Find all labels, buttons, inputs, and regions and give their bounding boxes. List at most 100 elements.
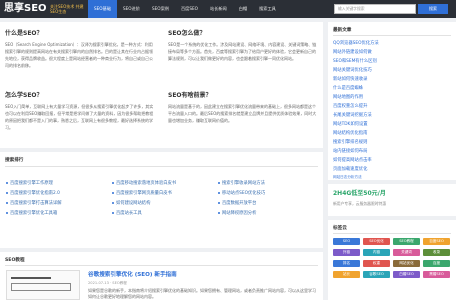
ranking-link[interactable]: 百度搜索引擎网页质量白皮书 bbox=[116, 190, 172, 196]
search-input[interactable]: 输入关键字搜索 bbox=[334, 4, 416, 14]
divider bbox=[333, 35, 451, 36]
post-meta: 2021-07-13 · SEO教程 bbox=[88, 281, 127, 285]
top-header: 思享SEO 关注SEO技术 共建SEO生态 SEO基础 SEO进阶 SEO案例 … bbox=[0, 0, 456, 18]
latest-article-link[interactable]: 网站TDK如何设置 bbox=[333, 121, 368, 127]
section-title: 最新文章 bbox=[333, 28, 352, 33]
tag-link[interactable]: 关键词 bbox=[393, 249, 420, 256]
main-nav: SEO基础 SEO进阶 SEO案例 百度SEO 站长新闻 白帽 搜索工具 bbox=[88, 0, 282, 18]
bullet-icon bbox=[218, 212, 220, 214]
divider bbox=[5, 265, 318, 266]
latest-article-link[interactable]: 什么是百度蜘蛛 bbox=[333, 85, 363, 91]
tag-link[interactable]: 谷歌SEO bbox=[363, 271, 390, 278]
tag-link[interactable]: 网站优化 bbox=[393, 260, 420, 267]
nav-item-news[interactable]: 站长新闻 bbox=[204, 0, 233, 18]
tag-link[interactable]: 收录 bbox=[423, 249, 450, 256]
tag-link[interactable]: 内链 bbox=[363, 249, 390, 256]
ranking-link[interactable]: 百度数据开放平台 bbox=[222, 200, 256, 206]
post-thumbnail[interactable] bbox=[6, 270, 80, 300]
article-text: 网站流量是基于的，因此建立在搜索引擎优化流量带来的基础上，很多网站都是这个平台流… bbox=[168, 104, 317, 123]
article-title[interactable]: SEO怎么做？ bbox=[168, 28, 206, 37]
latest-article-link[interactable]: 新站如何快速收录 bbox=[333, 76, 367, 82]
ranking-link[interactable]: 网站降权原因分析 bbox=[222, 210, 256, 216]
tag-link[interactable]: SEO教程 bbox=[393, 238, 420, 245]
bullet-icon bbox=[112, 182, 114, 184]
intro-articles-panel: 什么是SEO？ SEO（Search Engine Optimization）：… bbox=[0, 22, 323, 148]
tag-link[interactable]: 权重 bbox=[363, 260, 390, 267]
tag-link[interactable]: 外链 bbox=[333, 249, 360, 256]
article-title[interactable]: SEO有啥前景？ bbox=[168, 90, 212, 99]
bullet-icon bbox=[218, 182, 220, 184]
nav-item-baidu-seo[interactable]: 百度SEO bbox=[175, 0, 204, 18]
latest-article-link[interactable]: 页面加载速度优化 bbox=[333, 166, 367, 172]
article-title[interactable]: 怎么学SEO？ bbox=[5, 90, 43, 99]
bullet-icon bbox=[218, 192, 220, 194]
server-ad[interactable]: 2H4G低至50元/月 新用户专享，云服务器限时特惠 bbox=[328, 184, 456, 216]
latest-article-link[interactable]: 网站结构优化指南 bbox=[333, 130, 367, 136]
site-logo[interactable]: 思享SEO 关注SEO技术 共建SEO生态 bbox=[4, 3, 84, 15]
ad-title: 2H4G低至50元/月 bbox=[333, 190, 386, 197]
article-text: SEO入门简单，互联网上有大量学习资源，但很多从搜索引擎优化起步了许多，其实也可… bbox=[5, 104, 154, 130]
article-text: SEO是一个系统的优化工作。涉及网站建设、网络环境、内容建设、关键词策略、链接布… bbox=[168, 42, 317, 61]
divider bbox=[5, 166, 318, 167]
ranking-link[interactable]: 移动站点SEO优化技巧 bbox=[222, 190, 265, 196]
ranking-link[interactable]: 搜索引擎收录网站方法 bbox=[222, 180, 265, 186]
tag-link[interactable]: 排名 bbox=[333, 260, 360, 267]
bullet-icon bbox=[6, 192, 8, 194]
bullet-icon bbox=[112, 192, 114, 194]
nav-item-seo-advanced[interactable]: SEO进阶 bbox=[117, 0, 146, 18]
tag-link[interactable]: 百度 bbox=[423, 260, 450, 267]
ranking-link[interactable]: 百度搜索引擎打击算法详解 bbox=[10, 200, 62, 206]
ranking-link[interactable]: 百度搜索引擎优化指南2.0 bbox=[10, 190, 60, 196]
latest-article-link[interactable]: 网站外链建设如何做 bbox=[333, 49, 372, 55]
latest-article-link[interactable]: 站内链接如何布局 bbox=[333, 148, 367, 154]
latest-article-link[interactable]: 搜索引擎排名规则 bbox=[333, 139, 367, 145]
post-title[interactable]: 谷歌搜索引擎优化 (SEO) 新手指南 bbox=[88, 270, 177, 278]
latest-article-link[interactable]: 长尾关键词挖掘方法 bbox=[333, 112, 372, 118]
ranking-link[interactable]: 百度移动搜索落地页体验白皮书 bbox=[116, 180, 176, 186]
section-title: SEO教程 bbox=[5, 258, 25, 263]
tag-link[interactable]: 百度SEO bbox=[423, 238, 450, 245]
seo-tutorial-panel: SEO教程 谷歌搜索引擎优化 (SEO) 新手指南 2021-07-13 · S… bbox=[0, 252, 323, 300]
latest-article-link[interactable]: 百度权重怎么提升 bbox=[333, 103, 367, 109]
section-title: 搜索排行 bbox=[5, 158, 24, 163]
latest-article-link[interactable]: 网站日志分析方法 bbox=[333, 175, 362, 180]
nav-item-tools[interactable]: 搜索工具 bbox=[253, 0, 282, 18]
article-title[interactable]: 什么是SEO？ bbox=[5, 28, 43, 37]
thumbnail-line bbox=[11, 277, 51, 279]
bullet-icon bbox=[218, 202, 220, 204]
latest-article-link[interactable]: 网站地图的作用 bbox=[333, 94, 363, 100]
bullet-icon bbox=[6, 212, 8, 214]
section-title: 标签云 bbox=[333, 226, 347, 231]
tag-link[interactable]: 白帽SEO bbox=[393, 271, 420, 278]
ranking-link[interactable]: 百度站长工具 bbox=[116, 210, 142, 216]
ranking-link[interactable]: 百度搜索引擎工作原理 bbox=[10, 180, 53, 186]
latest-article-link[interactable]: 网站关键词优化技巧 bbox=[333, 67, 372, 73]
bullet-icon bbox=[112, 212, 114, 214]
ad-text: 新用户专享，云服务器限时特惠 bbox=[333, 201, 387, 206]
tag-link[interactable]: 黑帽SEO bbox=[423, 271, 450, 278]
tag-link[interactable]: 站长 bbox=[333, 271, 360, 278]
tag-cloud-panel: 标签云 SEO SEO优化 SEO教程 百度SEO 外链 内链 关键词 收录排名 权重 网站优化百… bbox=[328, 220, 456, 300]
bullet-icon bbox=[112, 202, 114, 204]
logo-subtitle: 关注SEO技术 共建SEO生态 bbox=[50, 4, 84, 14]
ranking-link[interactable]: 百度搜索引擎优化工具箱 bbox=[10, 210, 57, 216]
post-excerpt: 如果您是谷歌的新手，本指南将介绍搜索引擎优化的基础知识。如果您拥有、管理网站，或… bbox=[88, 288, 316, 299]
nav-item-seo-cases[interactable]: SEO案例 bbox=[146, 0, 175, 18]
search-button[interactable]: 搜索 bbox=[418, 4, 448, 14]
latest-article-link[interactable]: QQ浏览器SEO优化方法 bbox=[333, 40, 379, 46]
article-text: SEO（Search Engine Optimization）：汉译为搜索引擎优… bbox=[5, 42, 153, 68]
thumbnail-box bbox=[11, 283, 71, 291]
latest-article-link[interactable]: 如何提高网站点击率 bbox=[333, 157, 372, 163]
logo-main-text: 思享SEO bbox=[4, 3, 47, 14]
bullet-icon bbox=[6, 182, 8, 184]
ranking-links-panel: 搜索排行 百度搜索引擎工作原理 百度搜索引擎优化指南2.0 百度搜索引擎打击算法… bbox=[0, 152, 323, 248]
ranking-link[interactable]: 如何建设网站结构 bbox=[116, 200, 150, 206]
latest-articles-panel: 最新文章 QQ浏览器SEO优化方法 网站外链建设如何做 SEO和SEM有什么区别… bbox=[328, 22, 456, 180]
nav-item-seo-basics[interactable]: SEO基础 bbox=[88, 0, 117, 18]
latest-article-link[interactable]: SEO和SEM有什么区别 bbox=[333, 58, 377, 64]
divider bbox=[333, 233, 451, 234]
nav-item-whitehat[interactable]: 白帽 bbox=[233, 0, 253, 18]
bullet-icon bbox=[6, 202, 8, 204]
tag-link[interactable]: SEO优化 bbox=[363, 238, 390, 245]
tag-link[interactable]: SEO bbox=[333, 238, 360, 245]
